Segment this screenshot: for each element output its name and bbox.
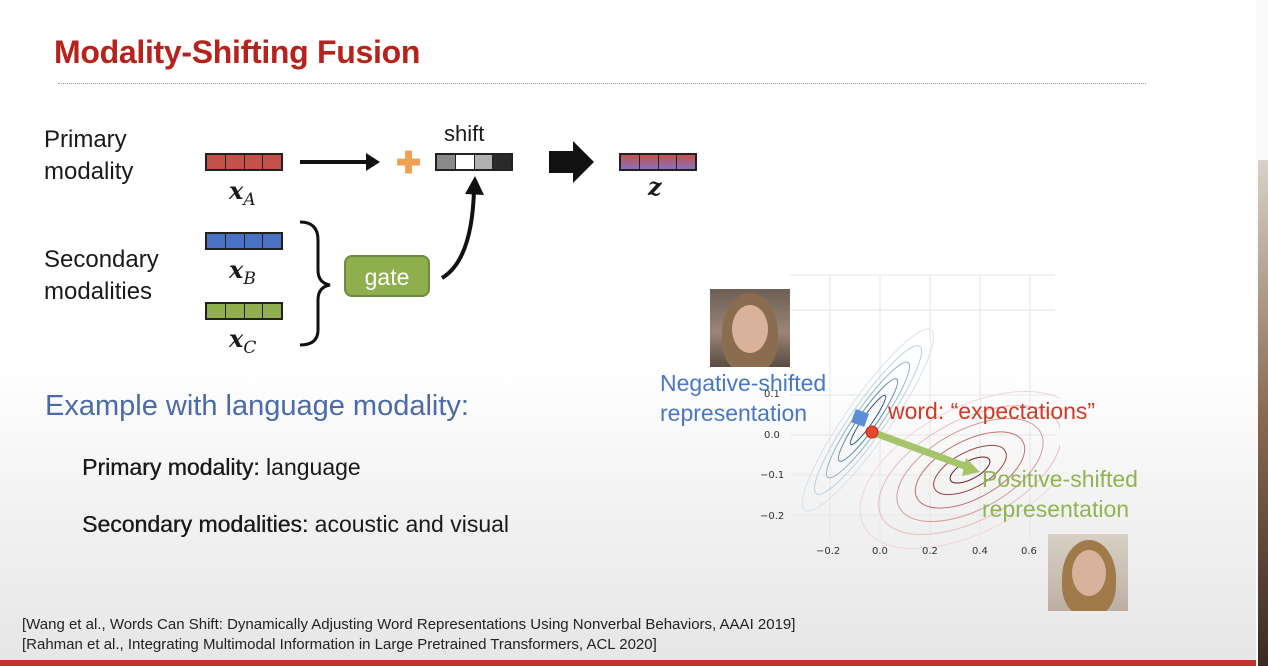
diagram-arrows xyxy=(299,141,594,347)
negative-shifted-label: Negative-shifted representation xyxy=(660,368,826,428)
negative-label-line2: representation xyxy=(660,400,808,426)
primary-example-key: Primary modality: xyxy=(82,454,260,480)
face-thumbnail-negative xyxy=(710,289,790,367)
secondary-example-value: acoustic and visual xyxy=(308,511,510,537)
face-thumbnail-positive xyxy=(1048,534,1128,611)
shift-arrow xyxy=(870,428,972,472)
secondary-example-key: Secondary modalities: xyxy=(82,511,309,537)
vector-shift xyxy=(435,153,513,171)
primary-example-line: Primary modality: language xyxy=(82,454,361,481)
arrow-to-z xyxy=(549,141,594,183)
positive-label-line2: representation xyxy=(982,496,1130,522)
word-point-icon xyxy=(865,425,879,439)
gate-box: gate xyxy=(344,255,430,297)
arrow-gate-to-shift xyxy=(440,189,476,280)
shift-arrow-head xyxy=(962,458,980,476)
x-tick-2: 0.0 xyxy=(872,546,888,557)
arrow-head-2 xyxy=(465,176,484,195)
positive-label-line1: Positive-shifted xyxy=(982,466,1138,492)
primary-example-value: language xyxy=(259,454,361,480)
video-edge-strip xyxy=(1258,160,1268,666)
positive-shifted-label: Positive-shifted representation xyxy=(982,464,1138,524)
negative-label-line1: Negative-shifted xyxy=(660,370,827,396)
secondary-example-line: Secondary modalities: acoustic and visua… xyxy=(82,511,509,538)
y-tick-3: −0.1 xyxy=(760,470,785,481)
word-label: word: “expectations” xyxy=(888,398,1096,424)
y-tick-4: −0.2 xyxy=(760,511,785,522)
x-tick-1: −0.2 xyxy=(816,546,841,557)
shift-label: shift xyxy=(444,121,485,146)
x-tick-5: 0.6 xyxy=(1021,546,1037,557)
example-heading: Example with language modality: xyxy=(45,390,469,422)
arrow-head-1 xyxy=(366,153,380,171)
plus-icon: ✚ xyxy=(396,147,422,180)
brace-icon xyxy=(299,220,331,347)
x-tick-4: 0.4 xyxy=(972,546,988,557)
bottom-accent-bar xyxy=(0,660,1256,666)
vector-z xyxy=(619,153,697,171)
x-tick-3: 0.2 xyxy=(922,546,938,557)
y-tick-2: 0.0 xyxy=(764,430,780,441)
reference-2: [Rahman et al., Integrating Multimodal I… xyxy=(22,636,657,653)
var-z-label: z xyxy=(648,172,662,201)
reference-1: [Wang et al., Words Can Shift: Dynamical… xyxy=(22,616,796,633)
